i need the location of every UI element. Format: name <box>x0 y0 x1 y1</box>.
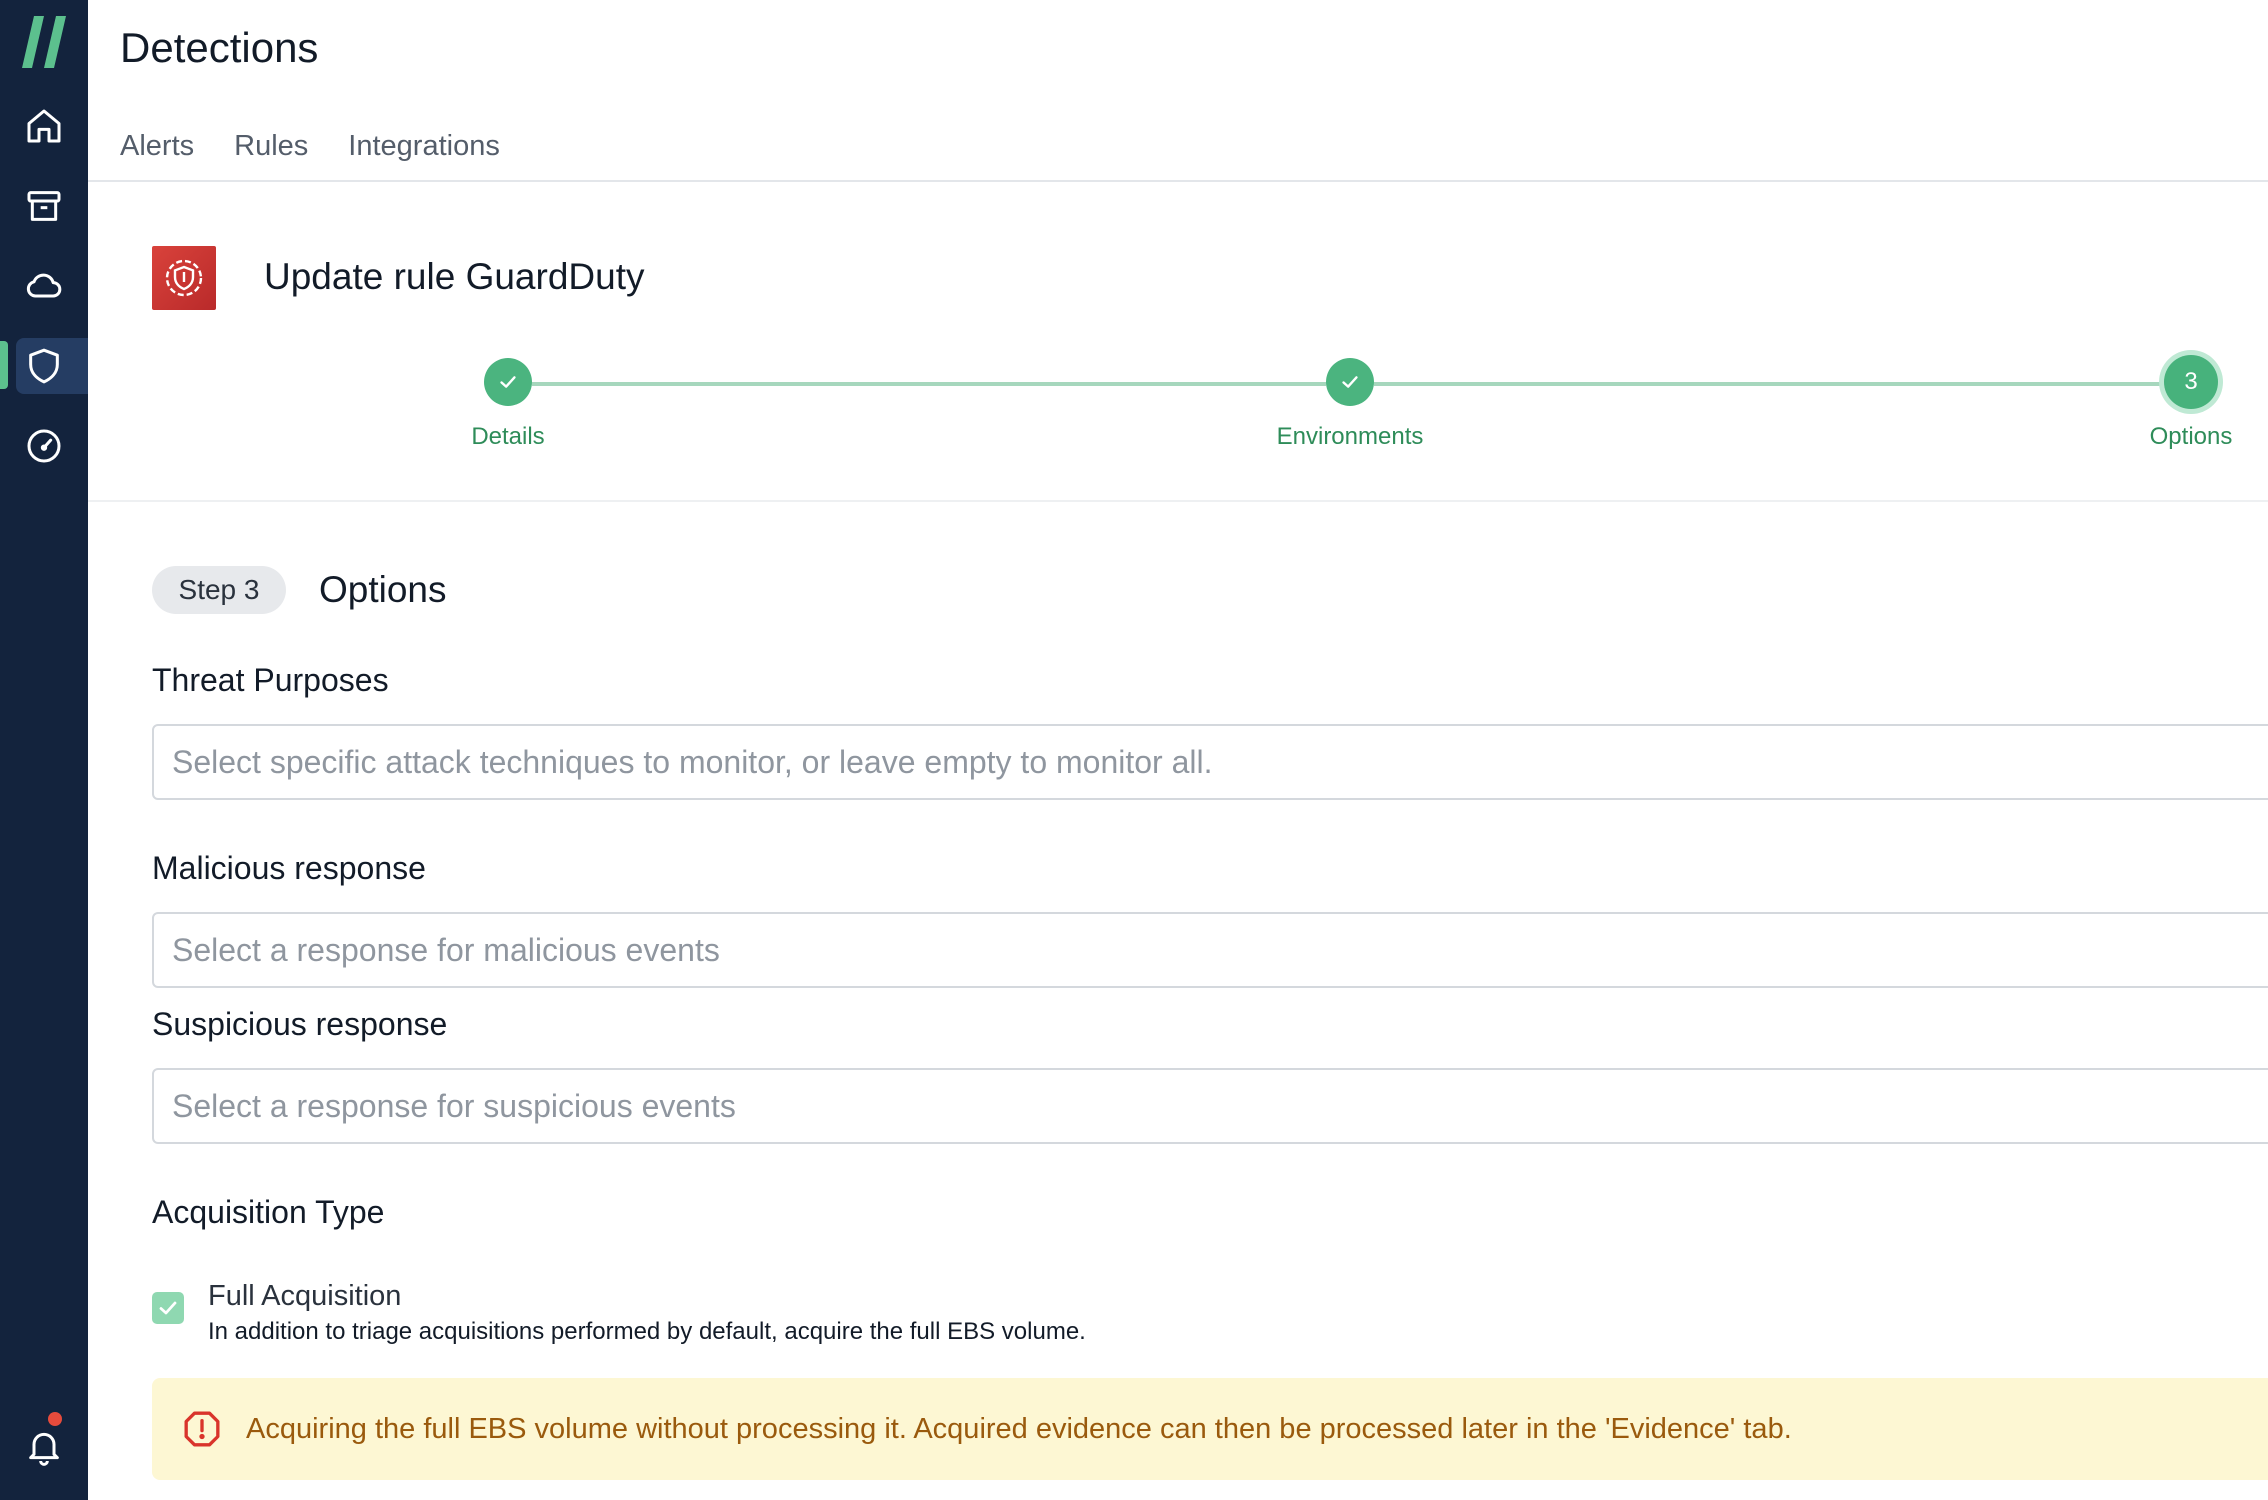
full-acquisition-description: In addition to triage acquisitions perfo… <box>208 1318 1086 1345</box>
bell-icon <box>29 1432 59 1466</box>
step-options-label: Options <box>2149 423 2233 450</box>
step-options-current[interactable]: 3 <box>2164 355 2218 409</box>
active-indicator <box>0 341 8 389</box>
step-details-complete[interactable] <box>484 358 532 406</box>
threat-purposes-label: Threat Purposes <box>152 662 389 698</box>
sidebar-item-dashboard[interactable] <box>16 418 88 474</box>
notifications-button[interactable] <box>16 1418 88 1474</box>
malicious-response-placeholder: Select a response for malicious events <box>172 931 720 968</box>
tab-integrations[interactable]: Integrations <box>348 130 500 163</box>
sidebar <box>0 0 88 1500</box>
suspicious-response-label: Suspicious response <box>152 1006 448 1042</box>
step-details-label: Details <box>471 423 545 450</box>
full-acquisition-checkbox[interactable] <box>152 1292 184 1324</box>
full-acquisition-title[interactable]: Full Acquisition <box>208 1280 401 1313</box>
tab-bar: Alerts Rules Integrations <box>120 130 500 163</box>
cloud-icon <box>26 273 62 298</box>
header-divider <box>88 180 2268 182</box>
warning-octagon-icon <box>184 1411 220 1447</box>
check-icon <box>1342 376 1358 388</box>
gauge-icon <box>27 429 61 463</box>
threat-purposes-select[interactable]: Select specific attack techniques to mon… <box>152 724 2268 800</box>
sidebar-item-cloud[interactable] <box>16 258 88 314</box>
step-number: 3 <box>2184 368 2198 395</box>
notification-badge <box>48 1412 62 1426</box>
shield-icon <box>29 348 59 384</box>
step-badge: Step 3 <box>152 566 286 614</box>
sidebar-item-archive[interactable] <box>16 178 88 234</box>
sidebar-item-home[interactable] <box>16 98 88 154</box>
stepper-connector <box>1374 382 2164 386</box>
malicious-response-label: Malicious response <box>152 850 426 886</box>
stepper-connector <box>532 382 1326 386</box>
rule-title: Update rule GuardDuty <box>264 256 645 297</box>
section-divider <box>88 500 2268 502</box>
guardduty-logo-icon <box>152 246 216 310</box>
malicious-response-select[interactable]: Select a response for malicious events <box>152 912 2268 988</box>
tab-alerts[interactable]: Alerts <box>120 130 194 163</box>
warning-text: Acquiring the full EBS volume without pr… <box>246 1412 1792 1445</box>
check-icon <box>500 376 516 388</box>
archive-icon <box>27 191 61 221</box>
check-icon <box>159 1301 177 1315</box>
step-heading: Options <box>319 569 447 610</box>
suspicious-response-select[interactable]: Select a response for suspicious events <box>152 1068 2268 1144</box>
logo-icon[interactable] <box>22 14 68 70</box>
page-title: Detections <box>120 24 319 71</box>
sidebar-item-detections[interactable] <box>16 338 88 394</box>
home-icon <box>27 109 61 143</box>
threat-purposes-placeholder: Select specific attack techniques to mon… <box>172 743 1213 780</box>
acquisition-type-label: Acquisition Type <box>152 1194 385 1230</box>
step-environments-complete[interactable] <box>1326 358 1374 406</box>
step-environments-label: Environments <box>1276 423 1424 450</box>
tab-rules[interactable]: Rules <box>234 130 308 163</box>
warning-banner: Acquiring the full EBS volume without pr… <box>152 1378 2268 1480</box>
suspicious-response-placeholder: Select a response for suspicious events <box>172 1087 736 1124</box>
